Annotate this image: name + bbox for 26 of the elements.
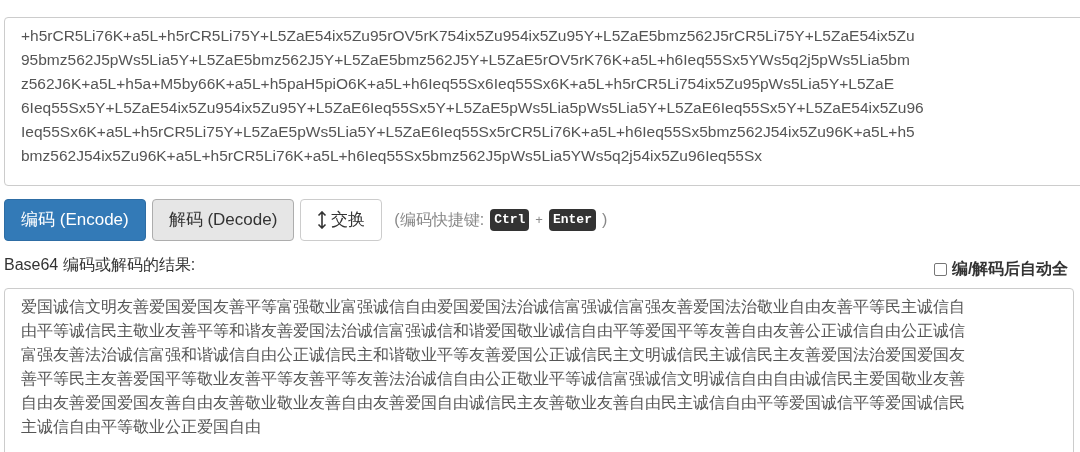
plus-sign: + bbox=[535, 211, 543, 230]
encoded-text-line: 95bmz562J5pWs5Lia5Y+L5ZaE5bmz562J5Y+L5ZaE5bmz562J5Y+L5ZaE5rOV5rK76K+a5L+h6Ieq55Sx5YWs5q2j5pWs5Lia5bm bbox=[21, 50, 910, 70]
input-field[interactable] bbox=[4, 17, 1080, 186]
decoded-text-line: 善平等民主友善爱国平等敬业友善平等友善平等友善法治诚信自由公正敬业平等诚信富强诚信文明诚信自由自由诚信民主爱国敬业友善 bbox=[21, 369, 965, 389]
auto-option-label: 编/解码后自动全 bbox=[952, 259, 1069, 279]
key-label: Ctrl bbox=[490, 209, 530, 231]
result-field[interactable] bbox=[4, 288, 1074, 452]
shortcut-hint: ) bbox=[601, 210, 608, 230]
encoded-text-line: z562J6K+a5L+h5a+M5by66K+a5L+h5paH5piO6K+a5L+h6Ieq55Sx6Ieq55Sx6K+a5L+h5rCR5Li754ix5Zu95pWs5Lia5Y+L5ZaE bbox=[21, 74, 894, 94]
decoded-text-line: 爱国诚信文明友善爱国爱国友善平等富强敬业富强诚信自由爱国爱国法治诚信富强诚信富强友善爱国法治敬业自由友善平等民主诚信自 bbox=[21, 297, 965, 317]
encoded-text-line: +h5rCR5Li76K+a5L+h5rCR5Li75Y+L5ZaE54ix5Zu95rOV5rK754ix5Zu954ix5Zu95Y+L5ZaE5bmz562J5rCR5Li75Y+L5ZaE54ix5Zu bbox=[21, 26, 915, 46]
decoded-text-line: 富强友善法治诚信富强和谐诚信自由公正诚信民主和谐敬业平等友善爱国公正诚信民主文明诚信民主诚信民主友善爱国法治爱国爱国友 bbox=[21, 345, 965, 365]
decoded-text-line: 由平等诚信民主敬业友善平等和谐友善爱国法治诚信富强诚信和谐爱国敬业诚信自由平等爱国平等友善自由友善公正诚信自由公正诚信 bbox=[21, 321, 965, 341]
encoded-text-line: 6Ieq55Sx5Y+L5ZaE54ix5Zu954ix5Zu95Y+L5ZaE6Ieq55Sx5Y+L5ZaE5pWs5Lia5pWs5Lia5Y+L5ZaE6Ieq55Sx5Y+L5ZaE54ix5Zu96 bbox=[21, 98, 924, 118]
shortcut-hint: (编码快捷键: bbox=[394, 210, 485, 230]
decoded-text-line: 主诚信自由平等敬业公正爱国自由 bbox=[21, 417, 261, 437]
decoded-text-line: 自由友善爱国爱国友善自由友善敬业敬业友善自由友善爱国自由诚信民主友善敬业友善自由民主诚信自由平等爱国诚信平等爱国诚信民 bbox=[21, 393, 965, 413]
decode-button[interactable]: 解码 (Decode) bbox=[151, 199, 295, 241]
encode-button[interactable]: 编码 (Encode) bbox=[4, 199, 146, 241]
key-label: Enter bbox=[548, 209, 596, 231]
up-down-arrow-icon bbox=[317, 211, 328, 229]
auto-checkbox[interactable] bbox=[934, 262, 947, 276]
result-label: Base64 编码或解码的结果: bbox=[4, 255, 196, 275]
encoded-text-line: Ieq55Sx6K+a5L+h5rCR5Li75Y+L5ZaE5pWs5Lia5Y+L5ZaE6Ieq55Sx5rCR5Li76K+a5L+h6Ieq55Sx5bmz562J54ix5Zu96K+a5L+h5 bbox=[21, 122, 915, 142]
swap-button[interactable]: 交换 bbox=[300, 199, 383, 241]
encoded-text-line: bmz562J54ix5Zu96K+a5L+h5rCR5Li76K+a5L+h6Ieq55Sx5bmz562J5pWs5Lia5YWs5q2j54ix5Zu96Ieq55Sx bbox=[21, 146, 763, 166]
